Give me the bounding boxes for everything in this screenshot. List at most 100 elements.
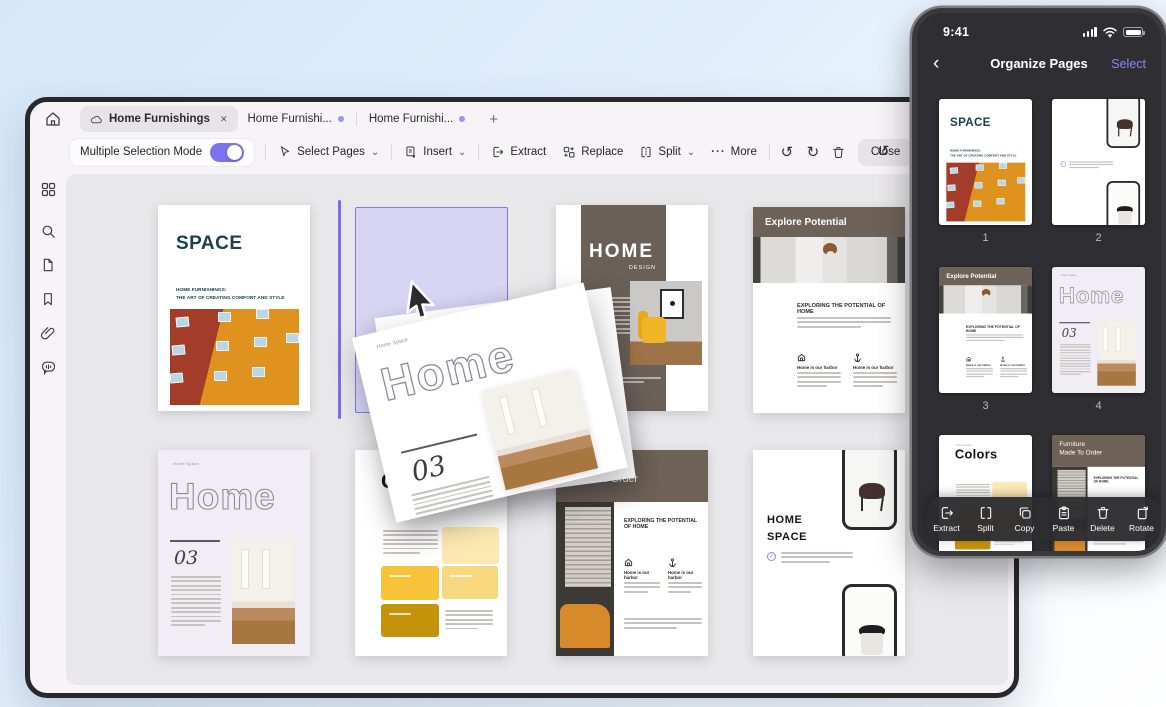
anchor-icon [853,353,862,362]
text-line [171,598,221,600]
text-line [956,487,990,488]
sidebar-item-annotations[interactable] [35,354,61,380]
placeholder-text-lines [624,618,702,629]
text-line [1060,368,1091,369]
toolbar-divider [265,144,266,160]
select-pages-label: Select Pages [297,146,365,158]
unsaved-dot-icon [338,116,344,122]
phone-thumb-3[interactable]: Explore Potential EXPLORING THE POTENTIA… [939,267,1032,393]
phone-extract-button[interactable]: Extract [929,505,965,533]
text-line [624,618,702,620]
sidebar-item-bookmarks[interactable] [35,286,61,312]
tool-label: Split [977,523,994,533]
tab-separator [356,112,357,126]
text-line [383,543,438,545]
feature-column: Home is our harbor [797,353,843,387]
placeholder-text-lines [624,582,660,593]
select-pages-button[interactable]: Select Pages ⌄ [270,138,387,166]
text-line [1060,358,1091,359]
phone-thumb-4[interactable]: Home Space Home 03 [1052,267,1145,393]
cellular-signal-icon [1083,27,1097,37]
text-line [956,492,990,493]
column-title: Home is our harbor [797,365,843,370]
sidebar-item-attachments[interactable] [35,320,61,346]
page-thumb-home-03[interactable]: Home Space Home 03 [158,450,310,656]
select-cursor-icon [278,145,292,159]
text-line [668,586,702,588]
phone-thumb-1[interactable]: SPACE HOME FURNISHINGS:THE ART OF CREATI… [939,99,1032,225]
redo-button[interactable]: ↻ [800,139,826,165]
extract-button[interactable]: Extract [483,138,554,166]
page-title: HOME [589,241,654,263]
multiple-selection-toggle[interactable] [210,143,244,162]
phone-copy-button[interactable]: Copy [1007,505,1043,533]
phone-delete-button[interactable]: Delete [1085,505,1121,533]
multiple-selection-mode-control: Multiple Selection Mode [69,138,255,167]
trash-icon [831,145,846,160]
home-button[interactable] [40,107,66,131]
text-line [781,556,853,558]
sidebar-item-pages[interactable] [35,252,61,278]
sidebar-item-search[interactable] [35,218,61,244]
replace-icon [562,145,576,159]
phone-rotate-button[interactable]: Rotate [1124,505,1160,533]
multiple-selection-mode-label: Multiple Selection Mode [80,146,202,158]
phone-paste-button[interactable]: Paste [1046,505,1082,533]
page-title: SPACE [176,233,243,255]
tab-close-icon[interactable]: ✕ [220,114,228,125]
house-icon [797,353,806,362]
split-button[interactable]: Split ⌄ [631,138,703,166]
column-title: Home is our harbor [668,570,706,580]
text-line [1060,347,1091,348]
page-title: Home [169,476,276,518]
text-line [797,372,841,374]
extract-icon [939,505,955,521]
color-swatch-light [442,527,499,564]
extract-label: Extract [510,146,546,158]
phone-thumb-2[interactable]: ✓ [1052,99,1145,225]
anchor-icon [668,558,677,567]
paste-icon [1056,505,1072,521]
text-line [171,620,221,622]
page-header: Explore Potential [753,207,905,237]
battery-icon [1123,27,1143,37]
text-line [1060,371,1091,372]
text-line [994,544,1014,545]
tab-home-furnishings-3[interactable]: Home Furnishi... [359,106,475,132]
new-tab-button[interactable]: + [489,111,498,128]
more-dots-icon: ··· [711,146,726,158]
toolbar-divider [391,144,392,160]
undo-button-2[interactable]: ↺ [870,138,896,164]
text-line [383,552,420,554]
color-swatch-mid-light [442,566,498,599]
text-line [994,541,1023,542]
unsaved-dot-icon [459,116,465,122]
select-button[interactable]: Select [1111,57,1146,71]
undo-button[interactable]: ↺ [774,139,800,165]
placeholder-text-lines [171,576,221,626]
more-button[interactable]: ··· More [703,138,765,166]
lamp-sofa-photo [556,502,614,656]
insert-icon [404,145,418,159]
delete-button[interactable] [826,139,852,165]
tab-home-furnishings[interactable]: Home Furnishings ✕ [80,106,238,132]
text-line [1000,376,1018,377]
phone-split-button[interactable]: Split [968,505,1004,533]
tool-label: Copy [1015,523,1035,533]
text-line [171,607,221,609]
replace-button[interactable]: Replace [554,138,631,166]
tab-label: Home Furnishi... [369,113,453,125]
insert-button[interactable]: Insert ⌄ [396,138,474,166]
text-line [1060,344,1091,345]
sidebar-item-thumbnails[interactable] [35,176,61,202]
page-thumb-space[interactable]: SPACE HOME FURNISHINGS: THE ART OF CREAT… [158,205,310,411]
tab-home-furnishings-2[interactable]: Home Furnishi... [238,106,354,132]
stage: Home Furnishings ✕ Home Furnishi... Home… [0,0,1166,707]
text-line [781,552,853,554]
text-line [624,627,677,629]
text-line [797,376,841,378]
page-thumb-home-space[interactable]: HOME SPACE ✓ [753,450,905,656]
text-line [966,373,993,374]
dog-curtain-photo [753,237,905,283]
page-thumb-explore-potential[interactable]: Explore Potential EXPLORING THE POTENTIA… [753,207,905,413]
